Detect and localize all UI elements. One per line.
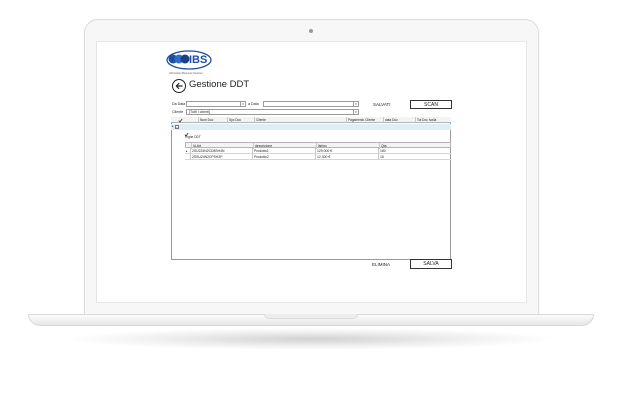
detail-qty: 15 bbox=[378, 154, 451, 160]
client-select-value: [Tutti i clienti] bbox=[189, 110, 210, 114]
column-header[interactable]: data Doc bbox=[383, 117, 415, 123]
client-select[interactable]: [Tutti i clienti] ▾ bbox=[186, 109, 359, 115]
detail-price: 12.300 € bbox=[315, 154, 378, 160]
company-logo: IBS bbox=[166, 50, 212, 74]
save-button[interactable]: SALVA bbox=[410, 259, 452, 269]
column-header[interactable]: Cliente bbox=[254, 117, 346, 123]
chevron-down-icon[interactable]: ▾ bbox=[240, 102, 245, 106]
ddt-grid-header: Num Doc Spc Doc Cliente Pagamento Client… bbox=[171, 117, 451, 123]
from-date-field[interactable]: ▾ bbox=[186, 101, 246, 107]
to-date-field[interactable]: ▾ bbox=[263, 101, 359, 107]
laptop-screen: IBS Information Business Services Gestio… bbox=[96, 41, 527, 303]
header-select-all[interactable] bbox=[177, 117, 185, 123]
from-date-label: Da Data bbox=[172, 102, 186, 106]
webcam bbox=[309, 29, 313, 33]
row-pointer-icon: ▸ bbox=[172, 124, 174, 128]
detail-id: 2SSU24N2CPSH2P bbox=[190, 154, 252, 160]
laptop-shadow bbox=[70, 328, 552, 350]
detail-description: Prodotto2 bbox=[252, 154, 315, 160]
column-header[interactable]: Num Doc bbox=[198, 117, 227, 123]
scan-button[interactable]: SCAN bbox=[410, 100, 452, 109]
collapse-icon[interactable]: − bbox=[175, 125, 179, 129]
delete-button[interactable]: ELIMINA bbox=[372, 262, 390, 267]
page-title: Gestione DDT bbox=[189, 79, 250, 90]
back-arrow-icon[interactable] bbox=[172, 79, 186, 93]
saved-button[interactable]: SALVATI bbox=[373, 102, 391, 107]
to-date-label: a Data bbox=[248, 102, 259, 106]
checkbox-icon[interactable] bbox=[178, 118, 183, 123]
checkbox-icon[interactable] bbox=[184, 124, 189, 142]
table-row[interactable]: 2SSU24N2CPSH2P Prodotto2 12.300 € 15 bbox=[185, 154, 451, 160]
column-header[interactable]: Pagamento Cliente bbox=[346, 117, 383, 123]
chevron-down-icon[interactable]: ▾ bbox=[353, 110, 358, 114]
chevron-down-icon[interactable]: ▾ bbox=[353, 102, 358, 106]
table-row[interactable]: ▸ − bbox=[171, 124, 451, 137]
column-header[interactable]: Tot Doc Iva/ia bbox=[415, 117, 451, 123]
laptop-notch bbox=[264, 314, 358, 319]
client-label: Cliente bbox=[172, 110, 184, 114]
column-header[interactable]: Spc Doc bbox=[227, 117, 254, 123]
detail-caption: Righe DDT bbox=[185, 135, 201, 139]
ddt-grid bbox=[171, 117, 451, 268]
logo-tagline: Information Business Services bbox=[169, 72, 203, 75]
svg-text:IBS: IBS bbox=[189, 54, 207, 66]
grid-footer bbox=[171, 259, 451, 270]
